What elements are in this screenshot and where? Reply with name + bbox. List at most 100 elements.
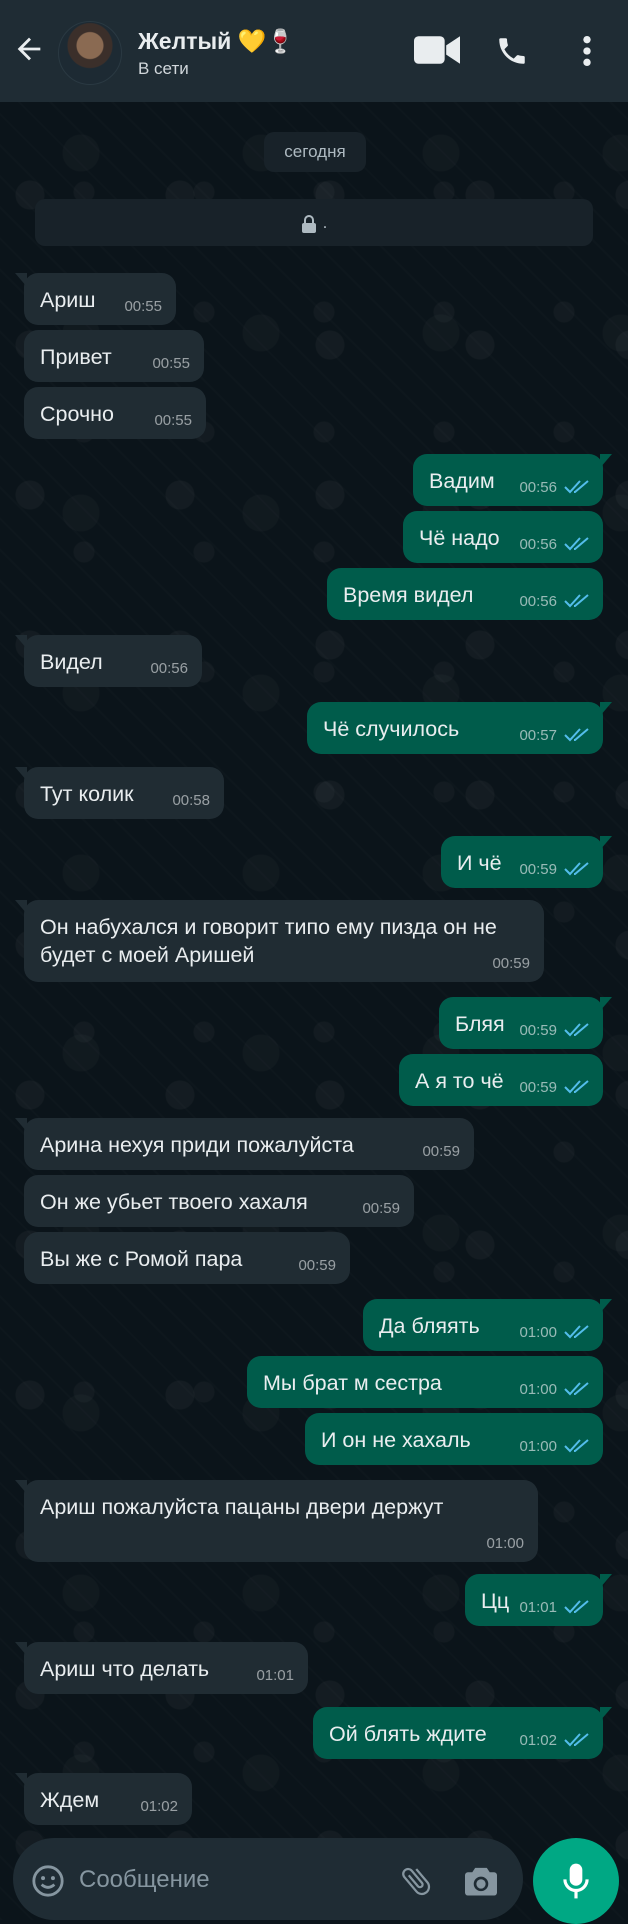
- lock-icon: [301, 214, 316, 233]
- voice-record-button[interactable]: [533, 1838, 619, 1924]
- message-text: И он не хахаль: [321, 1428, 471, 1452]
- outgoing-message-bubble[interactable]: И он не хахаль 01:00: [305, 1413, 603, 1465]
- message-text: Бляя: [455, 1012, 505, 1036]
- bubble-tail: [600, 1707, 612, 1721]
- outgoing-message-bubble[interactable]: Вадим 00:56: [413, 454, 612, 506]
- read-ticks-icon: [564, 862, 589, 876]
- bubble-tail: [15, 767, 27, 781]
- message-text: Цц: [481, 1589, 510, 1613]
- avatar[interactable]: [58, 21, 122, 85]
- message-text: Вы же с Ромой пара: [40, 1247, 243, 1271]
- message-text: Арина нехуя приди пожалуйста: [40, 1133, 354, 1157]
- read-ticks-icon: [564, 480, 589, 494]
- message-text: Ждем: [40, 1788, 100, 1812]
- bubble-tail: [600, 836, 612, 850]
- bubble-tail: [600, 1299, 612, 1313]
- outgoing-message-bubble[interactable]: Время видел 00:56: [327, 568, 603, 620]
- incoming-message-bubble[interactable]: Привет 00:55: [24, 330, 204, 382]
- encryption-notice[interactable]: .: [35, 199, 593, 246]
- read-ticks-icon: [564, 1080, 589, 1094]
- bubble-tail: [15, 635, 27, 649]
- message-time: 00:56: [519, 536, 557, 553]
- outgoing-message-bubble[interactable]: Мы брат м сестра 01:00: [247, 1356, 603, 1408]
- message-time: 00:55: [152, 355, 190, 372]
- chat-header: Желтый 💛🍷 В сети: [0, 0, 628, 102]
- outgoing-message-bubble[interactable]: А я то чё 00:59: [399, 1054, 603, 1106]
- read-ticks-icon: [564, 1733, 589, 1747]
- message-text: И чё: [457, 851, 502, 875]
- message-time: 00:59: [519, 1022, 557, 1039]
- message-text: Привет: [40, 345, 112, 369]
- bubble-tail: [600, 702, 612, 716]
- incoming-message-bubble[interactable]: Он же убьет твоего хахаля 00:59: [24, 1175, 414, 1227]
- bubble-tail: [15, 1480, 27, 1494]
- more-vert-icon[interactable]: [580, 34, 594, 68]
- read-ticks-icon: [564, 1382, 589, 1396]
- bubble-tail: [15, 1118, 27, 1132]
- read-ticks-icon: [564, 1325, 589, 1339]
- emoji-icon[interactable]: [31, 1864, 65, 1898]
- incoming-message-bubble[interactable]: Ариш пожалуйста пацаны двери держут 01:00: [15, 1480, 538, 1562]
- incoming-message-bubble[interactable]: Срочно 00:55: [24, 387, 206, 439]
- incoming-message-bubble[interactable]: Ариш что делать 01:01: [15, 1642, 308, 1694]
- bubble-tail: [15, 1642, 27, 1656]
- camera-icon[interactable]: [463, 1865, 499, 1897]
- back-arrow-icon[interactable]: [12, 32, 46, 66]
- message-text: Мы брат м сестра: [263, 1371, 442, 1395]
- message-time: 01:01: [519, 1599, 557, 1616]
- composer-bar: [13, 1838, 523, 1920]
- message-text: Срочно: [40, 402, 115, 426]
- message-time: 00:59: [298, 1257, 336, 1274]
- message-text: А я то чё: [415, 1069, 504, 1093]
- video-call-icon[interactable]: [414, 34, 460, 66]
- message-time: 00:55: [124, 298, 162, 315]
- message-time: 01:00: [486, 1535, 524, 1552]
- outgoing-message-bubble[interactable]: Чё надо 00:56: [403, 511, 603, 563]
- bubble-tail: [600, 997, 612, 1011]
- read-ticks-icon: [564, 1600, 589, 1614]
- incoming-message-bubble[interactable]: Ариш 00:55: [15, 273, 176, 325]
- message-text: Чё надо: [419, 526, 500, 550]
- message-time: 01:00: [519, 1438, 557, 1455]
- message-time: 00:59: [519, 1079, 557, 1096]
- outgoing-message-bubble[interactable]: Цц 01:01: [465, 1574, 612, 1626]
- incoming-message-bubble[interactable]: Ждем 01:02: [15, 1773, 192, 1825]
- incoming-message-bubble[interactable]: Вы же с Ромой пара 00:59: [24, 1232, 350, 1284]
- message-text: Чё случилось: [323, 717, 460, 741]
- read-ticks-icon: [564, 1023, 589, 1037]
- read-ticks-icon: [564, 728, 589, 742]
- message-time: 00:59: [422, 1143, 460, 1160]
- date-chip: сегодня: [264, 132, 366, 172]
- message-time: 01:02: [519, 1732, 557, 1749]
- message-time: 00:59: [492, 955, 530, 972]
- bubble-tail: [600, 1574, 612, 1588]
- attach-icon[interactable]: [398, 1862, 434, 1900]
- incoming-message-bubble[interactable]: Он набухался и говорит типо ему пизда он…: [15, 900, 544, 982]
- message-time: 00:56: [519, 479, 557, 496]
- message-time: 00:55: [154, 412, 192, 429]
- bubble-tail: [15, 900, 27, 914]
- message-time: 01:01: [256, 1667, 294, 1684]
- incoming-message-bubble[interactable]: Арина нехуя приди пожалуйста 00:59: [15, 1118, 474, 1170]
- read-ticks-icon: [564, 594, 589, 608]
- outgoing-message-bubble[interactable]: Чё случилось 00:57: [307, 702, 612, 754]
- message-input[interactable]: [77, 1856, 381, 1904]
- mic-icon: [563, 1863, 589, 1899]
- incoming-message-bubble[interactable]: Видел 00:56: [15, 635, 202, 687]
- outgoing-message-bubble[interactable]: Бляя 00:59: [439, 997, 612, 1049]
- outgoing-message-bubble[interactable]: И чё 00:59: [441, 836, 612, 888]
- message-time: 00:56: [519, 593, 557, 610]
- contact-name[interactable]: Желтый 💛🍷: [138, 28, 295, 55]
- message-time: 00:57: [519, 727, 557, 744]
- message-text: Видел: [40, 650, 103, 674]
- message-time: 01:00: [519, 1381, 557, 1398]
- bubble-tail: [15, 1773, 27, 1787]
- outgoing-message-bubble[interactable]: Да бляять 01:00: [363, 1299, 612, 1351]
- message-text: Тут колик: [40, 782, 134, 806]
- phone-call-icon[interactable]: [495, 34, 529, 68]
- bubble-tail: [15, 273, 27, 287]
- encryption-notice-text: .: [322, 213, 328, 232]
- outgoing-message-bubble[interactable]: Ой блять ждите 01:02: [313, 1707, 612, 1759]
- incoming-message-bubble[interactable]: Тут колик 00:58: [15, 767, 224, 819]
- bubble-tail: [600, 454, 612, 468]
